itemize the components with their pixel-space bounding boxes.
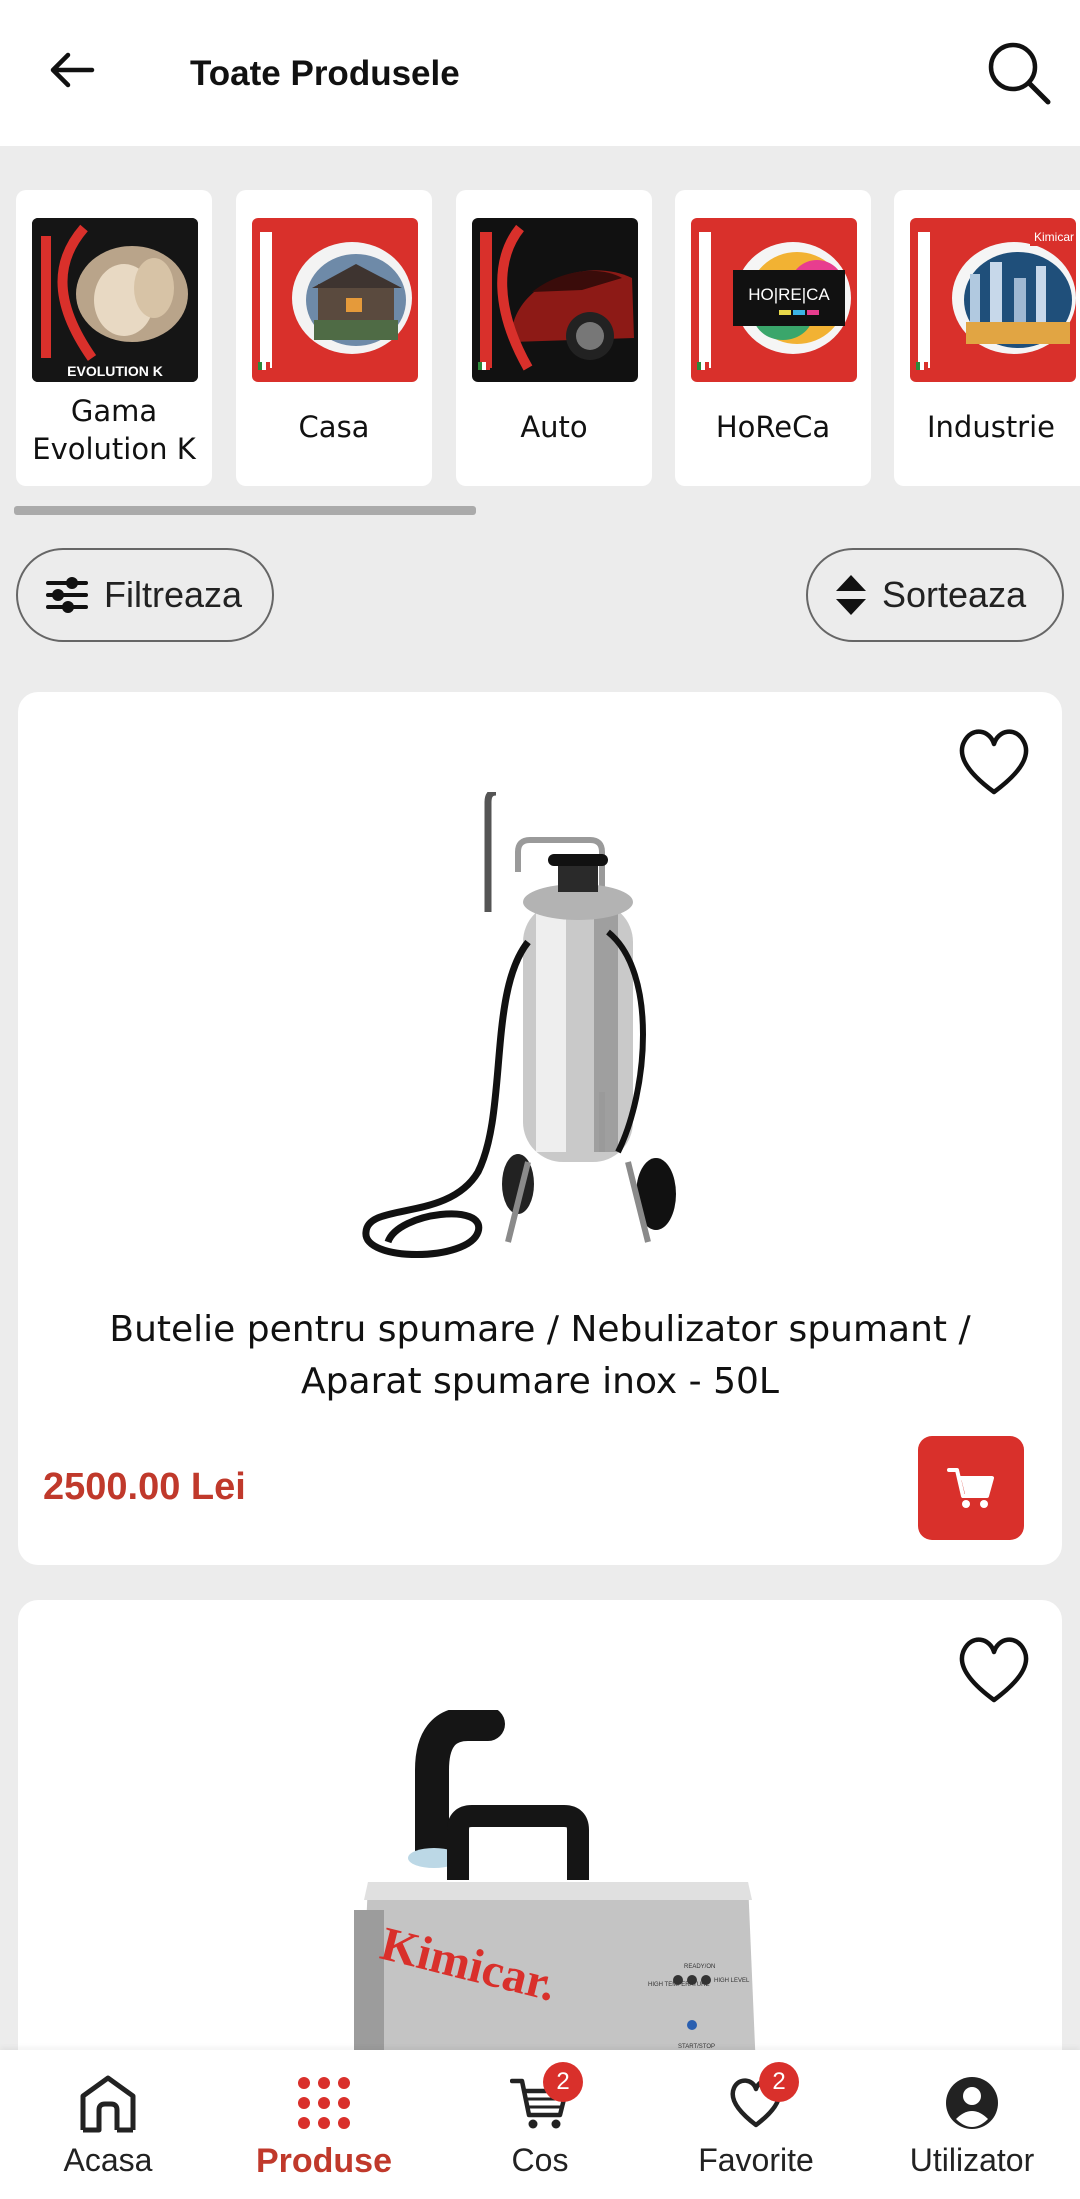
nav-item-favorite[interactable]: 2 Favorite: [648, 2050, 864, 2199]
svg-text:HO|RE|CA: HO|RE|CA: [748, 285, 830, 304]
nav-label: Cos: [511, 2142, 569, 2178]
nav-item-acasa[interactable]: Acasa: [0, 2050, 216, 2199]
page-title: Toate Produsele: [190, 54, 460, 93]
back-button[interactable]: [44, 42, 100, 98]
category-card-auto[interactable]: Auto: [456, 190, 652, 486]
svg-text:Kimicar: Kimicar: [1034, 230, 1074, 244]
category-image-industrie: Kimicar: [910, 218, 1076, 382]
favorites-count-badge: 2: [759, 2062, 799, 2102]
category-image-horeca: HO|RE|CA: [691, 218, 857, 382]
cart-count-badge: 2: [543, 2062, 583, 2102]
category-label: HoReCa: [715, 410, 831, 444]
user-account-icon: [946, 2077, 998, 2129]
add-to-cart-button[interactable]: [918, 1436, 1024, 1540]
product-card[interactable]: Butelie pentru spumare / Nebulizator spu…: [18, 692, 1062, 1565]
category-image-gama-evolution-k: EVOLUTION K: [32, 218, 198, 382]
category-carousel[interactable]: EVOLUTION K Gama Evolution K Casa Auto H…: [0, 190, 1080, 490]
heart-icon: [959, 729, 1029, 795]
nav-label: Utilizator: [909, 2142, 1035, 2178]
nav-item-produse[interactable]: Produse: [216, 2050, 432, 2199]
svg-text:HIGH LEVEL: HIGH LEVEL: [714, 1978, 750, 1984]
category-label: Gama Evolution K: [32, 394, 196, 466]
category-label: Auto: [520, 410, 588, 444]
category-card-industrie[interactable]: Kimicar Industrie: [894, 190, 1080, 486]
product-price: 2500.00 Lei: [43, 1466, 246, 1508]
product-name[interactable]: Butelie pentru spumare / Nebulizator spu…: [58, 1304, 1022, 1408]
grid-dots-icon: [298, 2077, 350, 2129]
category-image-auto: [472, 218, 638, 382]
search-icon: [988, 42, 1051, 105]
nav-label: Acasa: [63, 2142, 153, 2178]
sort-label: Sorteaza: [882, 574, 1027, 615]
category-card-gama-evolution-k[interactable]: EVOLUTION K Gama Evolution K: [16, 190, 212, 486]
category-image-casa: [252, 218, 418, 382]
search-button[interactable]: [984, 38, 1054, 108]
nav-label: Favorite: [698, 2142, 814, 2178]
category-card-casa[interactable]: Casa: [236, 190, 432, 486]
home-icon: [80, 2075, 136, 2133]
bottom-navigation: Acasa Produse 2 Cos 2 Favorite Utilizato…: [0, 2050, 1080, 2199]
heart-icon: [959, 1637, 1029, 1703]
favorite-button[interactable]: [954, 1630, 1034, 1710]
filter-button[interactable]: Filtreaza: [16, 548, 274, 642]
sliders-icon: [46, 577, 88, 613]
product-image-foam-sprayer[interactable]: [358, 788, 718, 1282]
carousel-scrollbar[interactable]: [14, 506, 476, 515]
sort-button[interactable]: Sorteaza: [806, 548, 1064, 642]
svg-text:READY/ON: READY/ON: [684, 1964, 715, 1970]
category-label: Casa: [298, 410, 370, 444]
svg-text:EVOLUTION K: EVOLUTION K: [67, 363, 163, 379]
svg-text:HIGH TEMPERATURE: HIGH TEMPERATURE: [648, 1982, 709, 1988]
nav-item-utilizator[interactable]: Utilizator: [864, 2050, 1080, 2199]
filter-label: Filtreaza: [104, 574, 243, 615]
cart-icon: [947, 1468, 994, 1508]
nav-label: Produse: [255, 2142, 393, 2180]
arrow-left-icon: [50, 52, 95, 88]
app-bar: Toate Produsele: [0, 0, 1080, 146]
nav-item-cos[interactable]: 2 Cos: [432, 2050, 648, 2199]
category-card-horeca[interactable]: HO|RE|CA HoReCa: [675, 190, 871, 486]
sort-icon: [836, 575, 866, 615]
favorite-button[interactable]: [954, 722, 1034, 802]
category-label: Industrie: [926, 410, 1056, 444]
